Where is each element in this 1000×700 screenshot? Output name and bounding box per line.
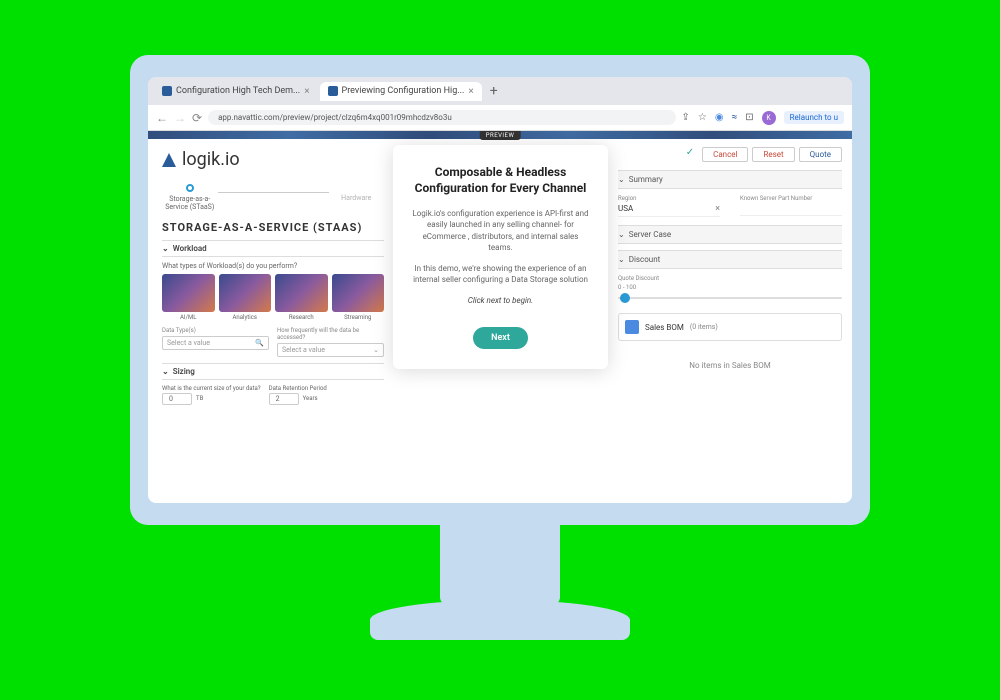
chevron-down-icon: ⌄ (162, 367, 169, 376)
new-tab-button[interactable]: + (484, 83, 504, 99)
chevron-down-icon: ⌄ (618, 255, 625, 264)
modal-text: Logik.io's configuration experience is A… (411, 208, 590, 253)
tile-research[interactable]: Research (275, 274, 328, 321)
browser-tabs: Configuration High Tech Dem...× Previewi… (148, 77, 852, 105)
sales-bom-header[interactable]: Sales BOM(0 items) (618, 313, 842, 341)
relaunch-button[interactable]: Relaunch to u (784, 111, 844, 124)
section-sizing[interactable]: ⌄Sizing (162, 363, 384, 380)
discount-label: Quote Discount (618, 275, 842, 282)
region-label: Region (618, 195, 720, 202)
favicon-icon (162, 86, 172, 96)
retention-input[interactable]: 2 (269, 393, 299, 405)
chevron-down-icon: ⌄ (162, 244, 169, 253)
close-icon[interactable]: × (304, 86, 309, 97)
forward-icon[interactable]: → (174, 111, 186, 125)
retention-label: Data Retention Period (269, 385, 327, 392)
avatar-icon[interactable]: K (762, 111, 776, 125)
browser-tab[interactable]: Configuration High Tech Dem...× (154, 82, 318, 101)
reload-icon[interactable]: ⟳ (192, 111, 202, 125)
preview-badge: PREVIEW (480, 131, 521, 140)
next-button[interactable]: Next (473, 327, 528, 349)
logo: logik.io (162, 149, 384, 170)
modal-cta: Click next to begin. (411, 295, 590, 306)
screen: Configuration High Tech Dem...× Previewi… (148, 77, 852, 503)
favicon-icon (328, 86, 338, 96)
app-viewport: PREVIEW logik.io Storage-as-a-Service (S… (148, 131, 852, 503)
url-bar: ← → ⟳ app.navattic.com/preview/project/c… (148, 105, 852, 131)
size-label: What is the current size of your data? (162, 385, 261, 392)
part-label: Known Server Part Number (740, 195, 842, 202)
chevron-down-icon: ⌄ (373, 346, 379, 354)
intro-modal: Composable & Headless Configuration for … (393, 145, 608, 369)
config-panel: logik.io Storage-as-a-Service (STaaS) Ha… (148, 139, 398, 503)
address-input[interactable]: app.navattic.com/preview/project/clzq6m4… (208, 110, 675, 125)
datatype-label: Data Type(s) (162, 327, 269, 334)
chevron-down-icon: ⌄ (618, 230, 625, 239)
cancel-button[interactable]: Cancel (702, 147, 748, 162)
back-icon[interactable]: ← (156, 111, 168, 125)
modal-title: Composable & Headless Configuration for … (411, 165, 590, 196)
reset-button[interactable]: Reset (752, 147, 794, 162)
summary-panel: ✓ Cancel Reset Quote ⌄Summary RegionUSA×… (608, 139, 852, 503)
section-discount[interactable]: ⌄Discount (618, 250, 842, 269)
step-2[interactable]: Hardware (329, 194, 385, 202)
workload-tiles: AI/ML Analytics Research Streaming (162, 274, 384, 321)
search-icon: 🔍 (255, 339, 264, 347)
logo-icon (162, 153, 176, 167)
part-input[interactable] (740, 202, 842, 216)
tile-aiml[interactable]: AI/ML (162, 274, 215, 321)
close-icon[interactable]: × (468, 86, 473, 97)
monitor-frame: Configuration High Tech Dem...× Previewi… (130, 55, 870, 525)
discount-range: 0 - 100 (618, 284, 842, 291)
share-icon[interactable]: ⇪ (682, 112, 690, 123)
datatype-select[interactable]: Select a value🔍 (162, 336, 269, 350)
section-summary[interactable]: ⌄Summary (618, 170, 842, 189)
extension-icon[interactable]: ≈ (732, 112, 738, 123)
frequency-label: How frequently will the data be accessed… (277, 327, 384, 341)
section-server-case[interactable]: ⌄Server Case (618, 225, 842, 244)
extension-icon[interactable]: ◉ (715, 112, 724, 123)
browser-tab-active[interactable]: Previewing Configuration Hig...× (320, 82, 482, 101)
step-1[interactable]: Storage-as-a-Service (STaaS) (162, 184, 218, 211)
modal-text: In this demo, we're showing the experien… (411, 263, 590, 285)
monitor-stand (440, 520, 560, 605)
chevron-down-icon: ⌄ (618, 175, 625, 184)
check-icon: ✓ (686, 147, 694, 162)
question-label: What types of Workload(s) do you perform… (162, 262, 384, 270)
tile-streaming[interactable]: Streaming (332, 274, 385, 321)
slider-thumb[interactable] (620, 293, 630, 303)
stepper: Storage-as-a-Service (STaaS) Hardware (162, 184, 384, 211)
discount-slider[interactable] (618, 297, 842, 299)
bom-empty-state: No items in Sales BOM (618, 351, 842, 380)
region-select[interactable]: USA× (618, 202, 720, 217)
quote-button[interactable]: Quote (799, 147, 842, 162)
size-input[interactable]: 0 (162, 393, 192, 405)
tile-analytics[interactable]: Analytics (219, 274, 272, 321)
monitor-base (370, 600, 630, 640)
clear-icon[interactable]: × (715, 204, 720, 214)
page-title: STORAGE-AS-A-SERVICE (STAAS) (162, 221, 384, 234)
star-icon[interactable]: ☆ (698, 112, 707, 123)
section-workload[interactable]: ⌄Workload (162, 240, 384, 257)
frequency-select[interactable]: Select a value⌄ (277, 343, 384, 357)
bom-icon (625, 320, 639, 334)
extension-icon[interactable]: ⊡ (745, 112, 753, 123)
